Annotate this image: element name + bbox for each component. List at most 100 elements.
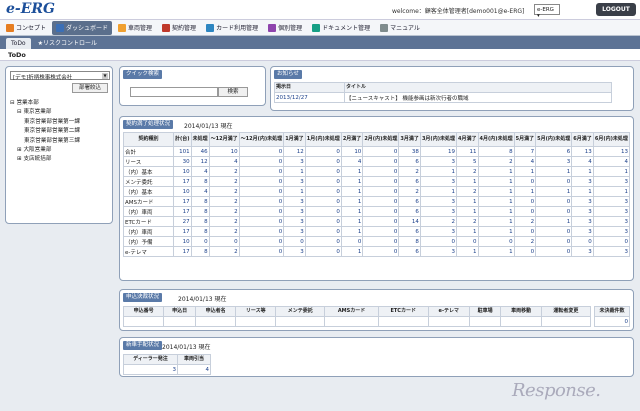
- cell-value[interactable]: 2: [398, 166, 421, 177]
- cell-value[interactable]: 1: [477, 186, 515, 197]
- cell-value[interactable]: 6: [398, 156, 421, 167]
- cell-value[interactable]: 1: [340, 226, 364, 237]
- cell-value[interactable]: 1: [592, 186, 631, 197]
- cell-value[interactable]: 1: [477, 176, 515, 187]
- cell-value[interactable]: 0: [362, 196, 400, 207]
- cell-value[interactable]: 0: [477, 236, 515, 247]
- cell-value[interactable]: 3: [592, 226, 631, 237]
- cell-value[interactable]: 0: [362, 236, 400, 247]
- cell-value[interactable]: 0: [592, 236, 631, 247]
- cell-value[interactable]: 2: [419, 216, 458, 227]
- cell-value[interactable]: 0: [238, 216, 285, 227]
- cell-value[interactable]: 0: [238, 166, 285, 177]
- cell-value[interactable]: 0: [304, 226, 342, 237]
- cell-value[interactable]: 11: [456, 146, 479, 157]
- cell-value[interactable]: 1: [477, 246, 515, 257]
- cell-value[interactable]: 3: [592, 206, 631, 217]
- cell-value[interactable]: 4: [190, 166, 210, 177]
- cell-value[interactable]: 1: [419, 166, 458, 177]
- cell-value[interactable]: 3: [592, 176, 631, 187]
- cell-value[interactable]: 6: [398, 196, 421, 207]
- cell-value[interactable]: 6: [398, 206, 421, 217]
- cell-value[interactable]: 0: [238, 236, 285, 247]
- cell-value[interactable]: 1: [456, 246, 479, 257]
- cell-value[interactable]: 10: [208, 146, 240, 157]
- cell-value[interactable]: 0: [362, 216, 400, 227]
- cell-value[interactable]: 3: [419, 156, 458, 167]
- nav-item-1[interactable]: ダッシュボード: [52, 20, 113, 35]
- cell-value[interactable]: 1: [571, 186, 594, 197]
- cell-value[interactable]: 0: [456, 236, 479, 247]
- cell-value[interactable]: 17: [173, 246, 192, 257]
- cell-value[interactable]: 1: [513, 186, 537, 197]
- new-procure-value[interactable]: 3: [123, 364, 178, 375]
- cell-value[interactable]: 0: [571, 236, 594, 247]
- cell-value[interactable]: 0: [362, 246, 400, 257]
- cell-value[interactable]: 1: [535, 166, 573, 177]
- cell-value[interactable]: 19: [419, 146, 458, 157]
- cell-value[interactable]: 5: [456, 156, 479, 167]
- cell-value[interactable]: 12: [283, 146, 306, 157]
- cell-value[interactable]: 30: [173, 156, 192, 167]
- cell-value[interactable]: 0: [362, 146, 400, 157]
- cell-value[interactable]: 0: [283, 236, 306, 247]
- cell-value[interactable]: 3: [419, 206, 458, 217]
- cell-value[interactable]: 3: [419, 226, 458, 237]
- cell-value[interactable]: 3: [419, 196, 458, 207]
- cell-value[interactable]: 1: [477, 206, 515, 217]
- nav-item-4[interactable]: カード利用管理: [202, 21, 262, 35]
- cell-value[interactable]: 1: [340, 196, 364, 207]
- subtab-0[interactable]: ToDo: [6, 38, 31, 49]
- cell-value[interactable]: 0: [535, 226, 573, 237]
- cell-value[interactable]: 0: [238, 206, 285, 217]
- cell-value[interactable]: 0: [362, 176, 400, 187]
- cell-value[interactable]: 6: [398, 226, 421, 237]
- cell-value[interactable]: 2: [208, 246, 240, 257]
- cell-value[interactable]: 10: [340, 146, 364, 157]
- cell-value[interactable]: 3: [571, 246, 594, 257]
- cell-value[interactable]: 0: [238, 176, 285, 187]
- cell-value[interactable]: 3: [592, 196, 631, 207]
- cell-value[interactable]: 0: [238, 246, 285, 257]
- cell-value[interactable]: 1: [477, 166, 515, 177]
- cell-value[interactable]: 2: [456, 166, 479, 177]
- cell-value[interactable]: 0: [238, 196, 285, 207]
- tree-node[interactable]: ⊞ 大阪営業部: [10, 146, 80, 155]
- cell-value[interactable]: 17: [173, 226, 192, 237]
- cell-value[interactable]: 27: [173, 216, 192, 227]
- cell-value[interactable]: 2: [456, 216, 479, 227]
- cell-value[interactable]: 8: [190, 206, 210, 217]
- cell-value[interactable]: 1: [340, 186, 364, 197]
- cell-value[interactable]: 0: [513, 176, 537, 187]
- notice-row[interactable]: 2013/12/27 【ニュースキャスト】 機能参画は新次行者の職域: [274, 92, 612, 103]
- cell-value[interactable]: 8: [190, 226, 210, 237]
- cell-value[interactable]: 10: [173, 166, 192, 177]
- cell-value[interactable]: 3: [283, 156, 306, 167]
- cell-value[interactable]: 1: [456, 176, 479, 187]
- tree-node[interactable]: ⊟ 東京営業部: [10, 108, 80, 117]
- cell-value[interactable]: 1: [419, 186, 458, 197]
- cell-value[interactable]: 1: [340, 166, 364, 177]
- new-procure-value[interactable]: 4: [176, 364, 212, 375]
- nav-item-3[interactable]: 契約管理: [158, 21, 200, 35]
- cell-value[interactable]: 2: [208, 206, 240, 217]
- cell-value[interactable]: 13: [571, 146, 594, 157]
- cell-value[interactable]: 0: [304, 196, 342, 207]
- notice-title[interactable]: 【ニュースキャスト】 機能参画は新次行者の職域: [344, 92, 612, 103]
- cell-value[interactable]: 1: [477, 196, 515, 207]
- cell-value[interactable]: 0: [513, 206, 537, 217]
- search-button[interactable]: 検索: [218, 87, 248, 97]
- cell-value[interactable]: 3: [535, 156, 573, 167]
- cell-value[interactable]: 0: [238, 186, 285, 197]
- tree-node[interactable]: ⊞ 支店統括部: [10, 155, 80, 164]
- cell-value[interactable]: 0: [304, 206, 342, 217]
- cell-value[interactable]: 1: [535, 186, 573, 197]
- cell-value[interactable]: 1: [513, 166, 537, 177]
- cell-value[interactable]: 0: [362, 206, 400, 217]
- cell-value[interactable]: 2: [456, 186, 479, 197]
- cell-value[interactable]: 1: [283, 186, 306, 197]
- cell-value[interactable]: 0: [304, 186, 342, 197]
- nav-item-6[interactable]: ドキュメント管理: [308, 21, 374, 35]
- cell-value[interactable]: 0: [238, 156, 285, 167]
- cell-value[interactable]: 3: [419, 246, 458, 257]
